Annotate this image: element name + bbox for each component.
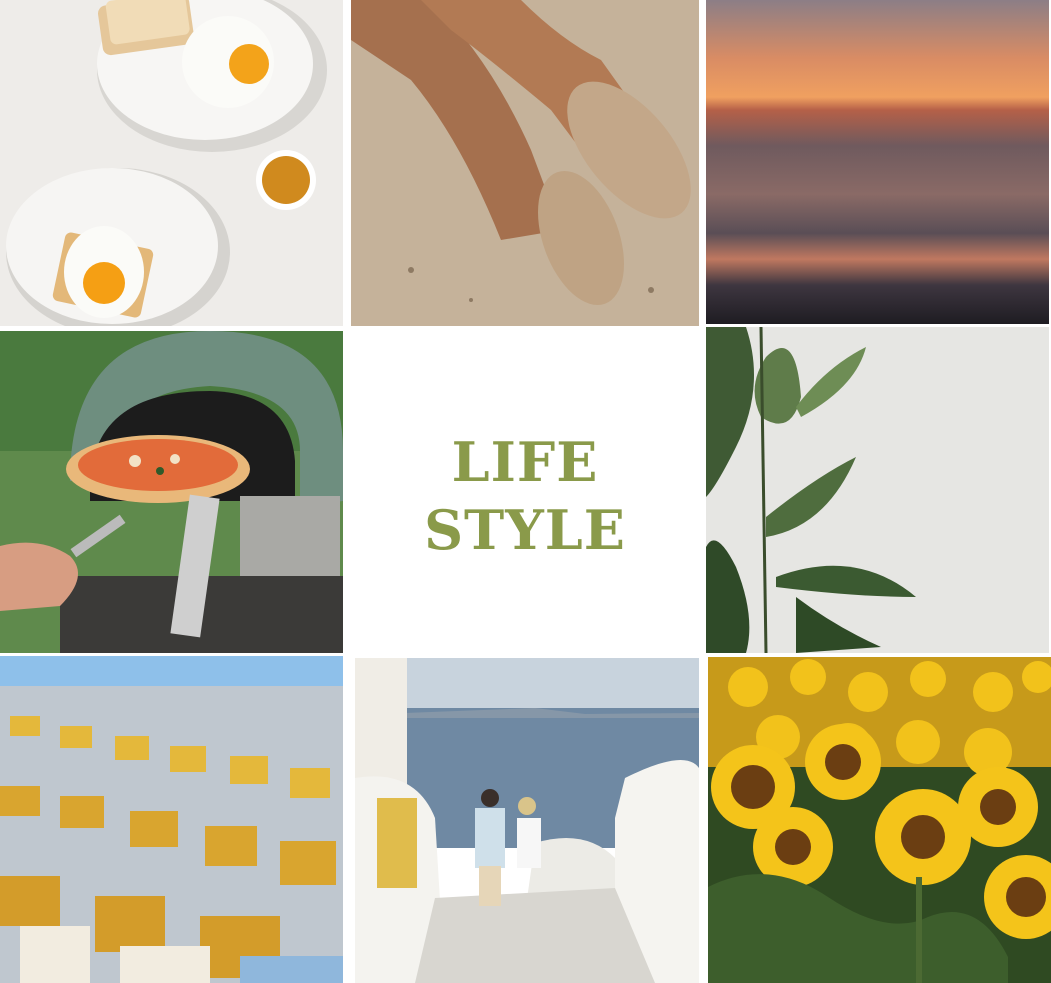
title-line-style: STYLE <box>424 498 626 562</box>
title-line-life: LIFE <box>451 430 599 494</box>
sunflower-field-photo <box>708 657 1051 983</box>
pizza-oven-photo <box>0 331 343 653</box>
lifestyle-title-tile: LIFE STYLE <box>351 331 699 653</box>
sunset-sea-photo <box>706 0 1049 324</box>
sandy-feet-photo <box>351 0 699 326</box>
santorini-couple-photo <box>355 658 699 983</box>
breakfast-eggs-photo <box>0 0 343 326</box>
geometric-architecture-photo <box>0 656 343 983</box>
rubber-plant-photo <box>706 327 1049 653</box>
